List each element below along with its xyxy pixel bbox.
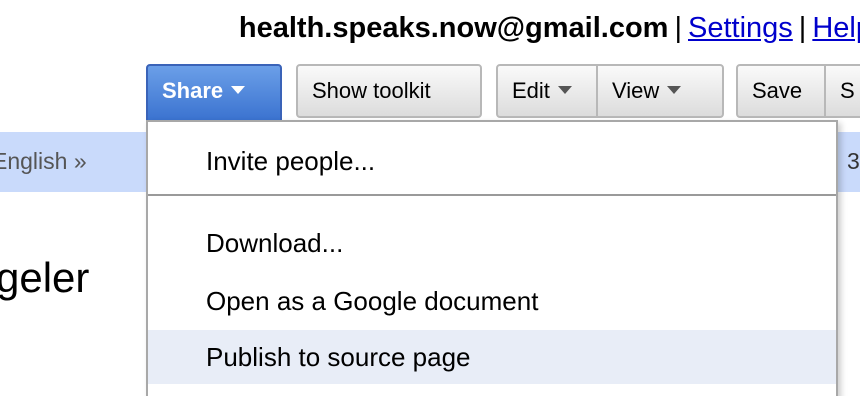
save-button[interactable]: Save bbox=[736, 64, 826, 118]
page-heading: geler bbox=[0, 254, 90, 301]
chevron-down-icon bbox=[667, 86, 682, 95]
settings-link[interactable]: Settings bbox=[688, 12, 793, 44]
share-dropdown-menu: Invite people... Download... Open as a G… bbox=[146, 120, 838, 396]
menu-item-invite-people[interactable]: Invite people... bbox=[148, 134, 836, 188]
view-label: View bbox=[612, 78, 660, 103]
app-window: health.speaks.now@gmail.com | Settings | Hel… bbox=[0, 0, 860, 396]
help-link[interactable]: Help bbox=[812, 12, 860, 44]
show-toolkit-button[interactable]: Show toolkit bbox=[296, 64, 482, 118]
separator: | bbox=[674, 12, 682, 44]
separator: | bbox=[798, 12, 807, 44]
menu-item-open-as-google-document[interactable]: Open as a Google document bbox=[148, 274, 836, 328]
view-menu-button[interactable]: View bbox=[596, 64, 724, 118]
menu-divider bbox=[148, 194, 836, 196]
chevron-down-icon bbox=[231, 86, 246, 95]
account-bar: health.speaks.now@gmail.com | Settings | Hel… bbox=[239, 12, 860, 45]
share-label: Share bbox=[162, 78, 224, 103]
language-link[interactable]: English » bbox=[0, 148, 87, 175]
truncated-toolbar-button[interactable]: S bbox=[824, 64, 860, 118]
edit-menu-button[interactable]: Edit bbox=[496, 64, 598, 118]
menu-item-download[interactable]: Download... bbox=[148, 216, 836, 270]
share-button[interactable]: Share bbox=[146, 64, 282, 122]
account-email: health.speaks.now@gmail.com bbox=[238, 12, 669, 44]
menu-item-publish-to-source-page[interactable]: Publish to source page bbox=[148, 330, 836, 384]
edit-label: Edit bbox=[512, 78, 550, 103]
chevron-down-icon bbox=[557, 86, 572, 95]
language-bar-fragment: 3 bbox=[847, 148, 860, 174]
